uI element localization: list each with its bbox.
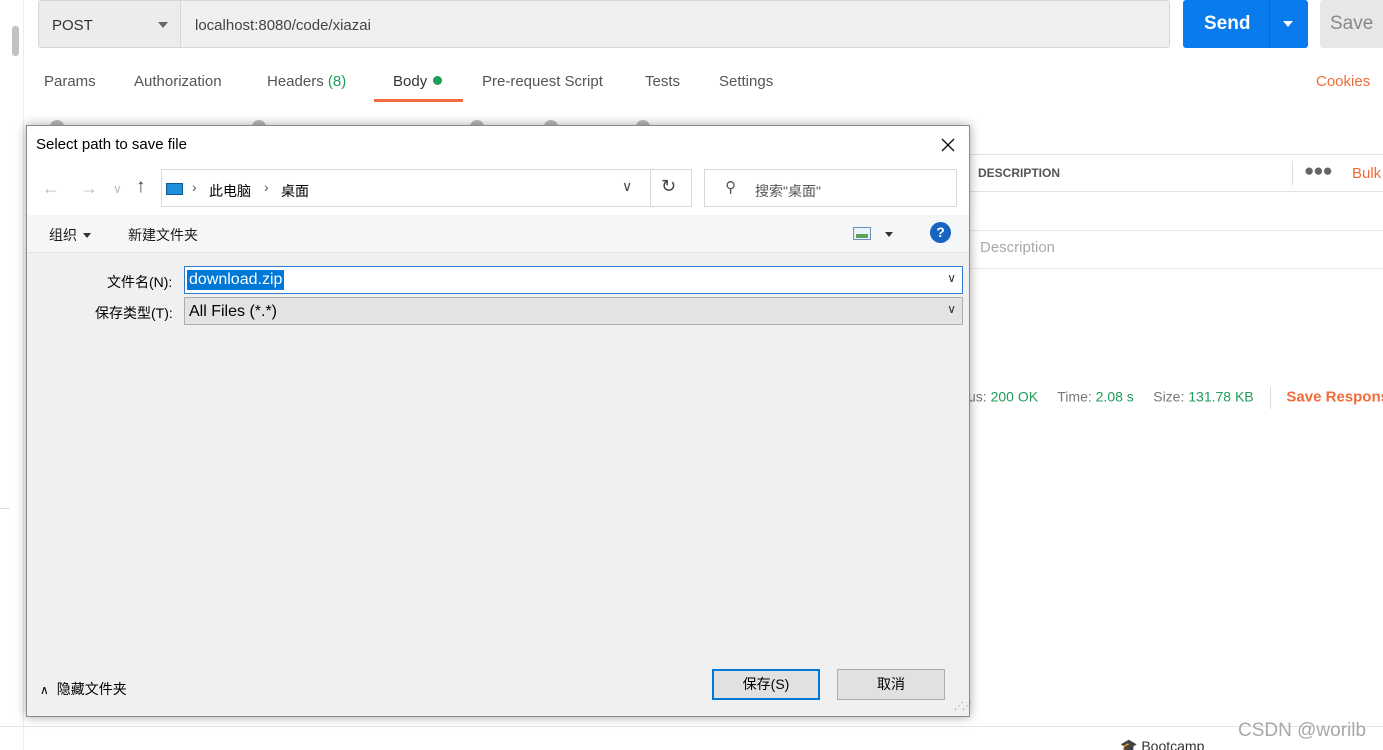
time-label: Time:	[1057, 388, 1092, 405]
footer-divider	[0, 726, 1383, 727]
status-label: us:	[968, 388, 987, 405]
bulk-edit-link[interactable]: Bulk	[1352, 165, 1381, 182]
send-label: Send	[1204, 13, 1251, 34]
organize-label: 组织	[49, 227, 77, 243]
send-button[interactable]: Send	[1183, 0, 1308, 48]
headers-count-badge: (8)	[327, 73, 347, 90]
tab-pre-request-script[interactable]: Pre-request Script	[482, 73, 603, 90]
divider	[1269, 387, 1271, 409]
status-value: 200 OK	[990, 388, 1039, 405]
command-bar: 组织 新建文件夹 ?	[27, 215, 969, 253]
tab-settings[interactable]: Settings	[719, 73, 773, 90]
send-options-chevron-icon[interactable]	[1283, 21, 1293, 27]
watermark: CSDN @worilb	[1238, 720, 1367, 741]
dialog-title: Select path to save file	[36, 136, 187, 153]
search-placeholder: 搜索"桌面"	[755, 183, 821, 199]
size-label: Size:	[1153, 388, 1185, 405]
dialog-titlebar[interactable]: Select path to save file	[27, 126, 969, 163]
help-icon[interactable]: ?	[930, 222, 951, 243]
resize-grip-icon[interactable]: ⋰⋰	[954, 701, 972, 712]
close-icon[interactable]	[935, 134, 961, 156]
up-arrow-icon[interactable]: ↑	[136, 176, 146, 198]
save-button[interactable]: 保存(S)	[712, 669, 820, 700]
left-panel-scrollbar[interactable]	[0, 0, 24, 750]
chevron-up-icon: ∧	[40, 683, 49, 697]
hide-folders-label: 隐藏文件夹	[56, 681, 127, 697]
filename-label: 文件名(N):	[107, 274, 173, 290]
tab-body-label: Body	[393, 73, 428, 90]
description-column-header: DESCRIPTION	[978, 166, 1061, 180]
filetype-label: 保存类型(T):	[95, 305, 173, 321]
tab-headers[interactable]: Headers (8)	[267, 73, 346, 90]
cookies-link[interactable]: Cookies	[1316, 73, 1370, 90]
search-input[interactable]: ⚲ 搜索"桌面"	[704, 169, 957, 207]
page: POST localhost:8080/code/xiazai Send Sav…	[0, 0, 1383, 750]
active-tab-indicator	[374, 99, 463, 102]
save-file-dialog: Select path to save file ← → ∨ ↑ › 此电脑 ›…	[26, 125, 972, 717]
divider	[0, 508, 10, 509]
this-pc-icon	[166, 183, 183, 195]
method-select[interactable]: POST	[38, 0, 181, 48]
refresh-icon[interactable]: ↻	[661, 176, 676, 197]
tab-authorization[interactable]: Authorization	[134, 73, 222, 90]
bootcamp-link[interactable]: 🎓 Bootcamp	[1120, 738, 1204, 750]
save-request-button[interactable]: Save	[1320, 0, 1383, 48]
new-folder-button[interactable]: 新建文件夹	[128, 225, 198, 245]
chevron-down-icon: ∨	[947, 302, 956, 316]
filetype-select[interactable]: All Files (*.*) ∨	[184, 297, 963, 325]
breadcrumb-chevron-icon[interactable]: ›	[264, 179, 269, 195]
chevron-down-icon	[83, 233, 91, 238]
tab-body[interactable]: Body	[393, 73, 443, 90]
filename-value: download.zip	[187, 270, 285, 290]
breadcrumb-this-pc[interactable]: 此电脑	[209, 181, 251, 201]
description-input[interactable]: Description	[980, 239, 1055, 256]
breadcrumb-chevron-icon[interactable]: ›	[192, 179, 197, 195]
filename-input[interactable]: download.zip ∨	[184, 266, 963, 294]
scrollbar-thumb[interactable]	[12, 26, 19, 56]
size-value: 131.78 KB	[1188, 388, 1254, 405]
url-value: localhost:8080/code/xiazai	[195, 17, 371, 34]
more-options-icon[interactable]: ●●●	[1304, 161, 1333, 181]
change-view-icon[interactable]	[853, 227, 871, 240]
time-value: 2.08 s	[1095, 388, 1134, 405]
filetype-value: All Files (*.*)	[189, 303, 278, 320]
breadcrumb-desktop[interactable]: 桌面	[281, 181, 309, 201]
params-table-header: DESCRIPTION ●●● Bulk	[968, 154, 1383, 192]
view-options-chevron-icon[interactable]	[885, 232, 893, 237]
url-input[interactable]: localhost:8080/code/xiazai	[181, 0, 1170, 48]
save-label: Save	[1330, 13, 1374, 34]
tab-tests[interactable]: Tests	[645, 73, 680, 90]
body-modified-dot-icon	[433, 76, 443, 85]
save-response-button[interactable]: Save Respons	[1286, 389, 1383, 406]
send-divider	[1269, 0, 1270, 48]
tab-params[interactable]: Params	[44, 73, 96, 90]
cancel-button[interactable]: 取消	[837, 669, 945, 700]
address-bar[interactable]: › 此电脑 › 桌面 ∨ ↻	[161, 169, 692, 207]
bootcamp-label: Bootcamp	[1141, 738, 1205, 750]
response-status-bar: us: 200 OK Time: 2.08 s Size: 131.78 KB …	[968, 387, 1383, 409]
hide-folders-toggle[interactable]: ∧ 隐藏文件夹	[40, 679, 127, 699]
recent-locations-chevron-icon[interactable]: ∨	[113, 182, 122, 196]
search-icon: ⚲	[725, 179, 736, 196]
chevron-down-icon	[158, 22, 168, 28]
tab-headers-label: Headers	[267, 73, 324, 90]
method-value: POST	[52, 17, 93, 34]
navigation-bar: ← → ∨ ↑ › 此电脑 › 桌面 ∨ ↻ ⚲ 搜索"桌面"	[27, 163, 969, 215]
address-dropdown-chevron-icon[interactable]: ∨	[622, 178, 632, 195]
organize-menu[interactable]: 组织	[49, 225, 91, 245]
table-row-divider	[968, 268, 1383, 269]
table-row-divider	[968, 230, 1383, 231]
divider	[1292, 161, 1293, 185]
filename-history-chevron-icon[interactable]: ∨	[947, 271, 956, 285]
back-arrow-icon[interactable]: ←	[42, 178, 60, 199]
divider	[650, 170, 651, 206]
forward-arrow-icon[interactable]: →	[80, 178, 98, 199]
